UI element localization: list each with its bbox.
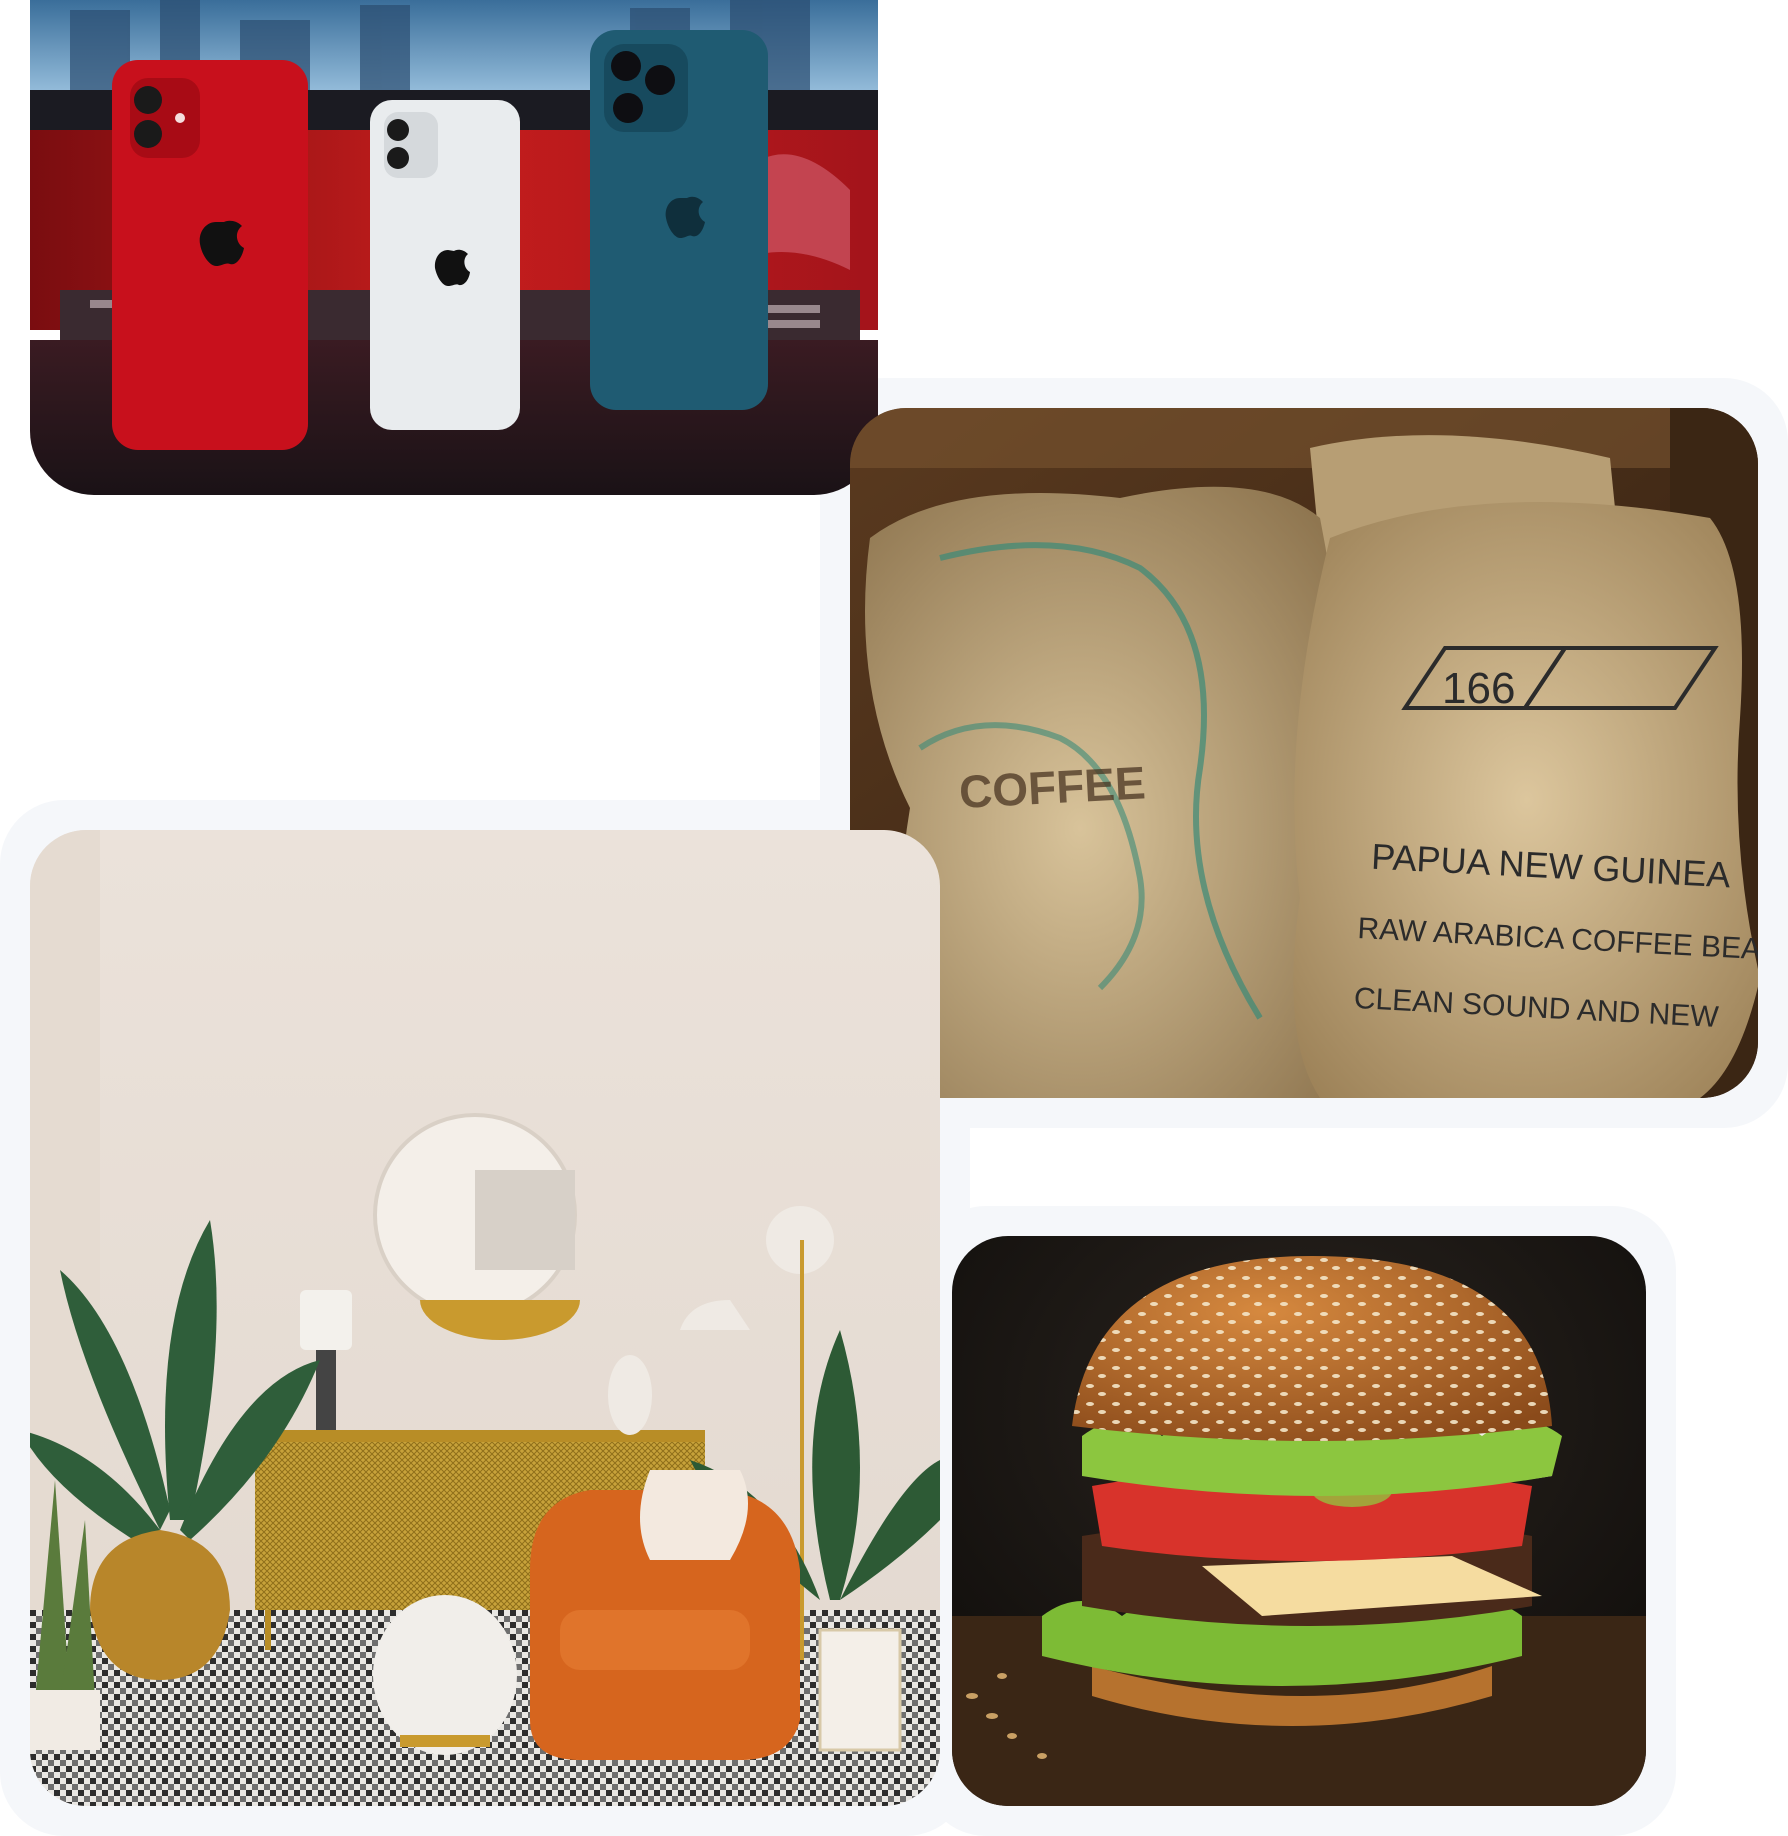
coffee-sacks-photo[interactable]: 16 COFFEE 166 PAPUA NEW GUINEA RAW ARABI… [850, 408, 1758, 1098]
burger-photo[interactable] [952, 1236, 1646, 1806]
sack-tag-number: 166 [1442, 664, 1515, 713]
sack-left-text: COFFEE [958, 756, 1147, 818]
iphones-photo[interactable] [30, 0, 878, 495]
living-room-photo[interactable] [30, 830, 940, 1806]
